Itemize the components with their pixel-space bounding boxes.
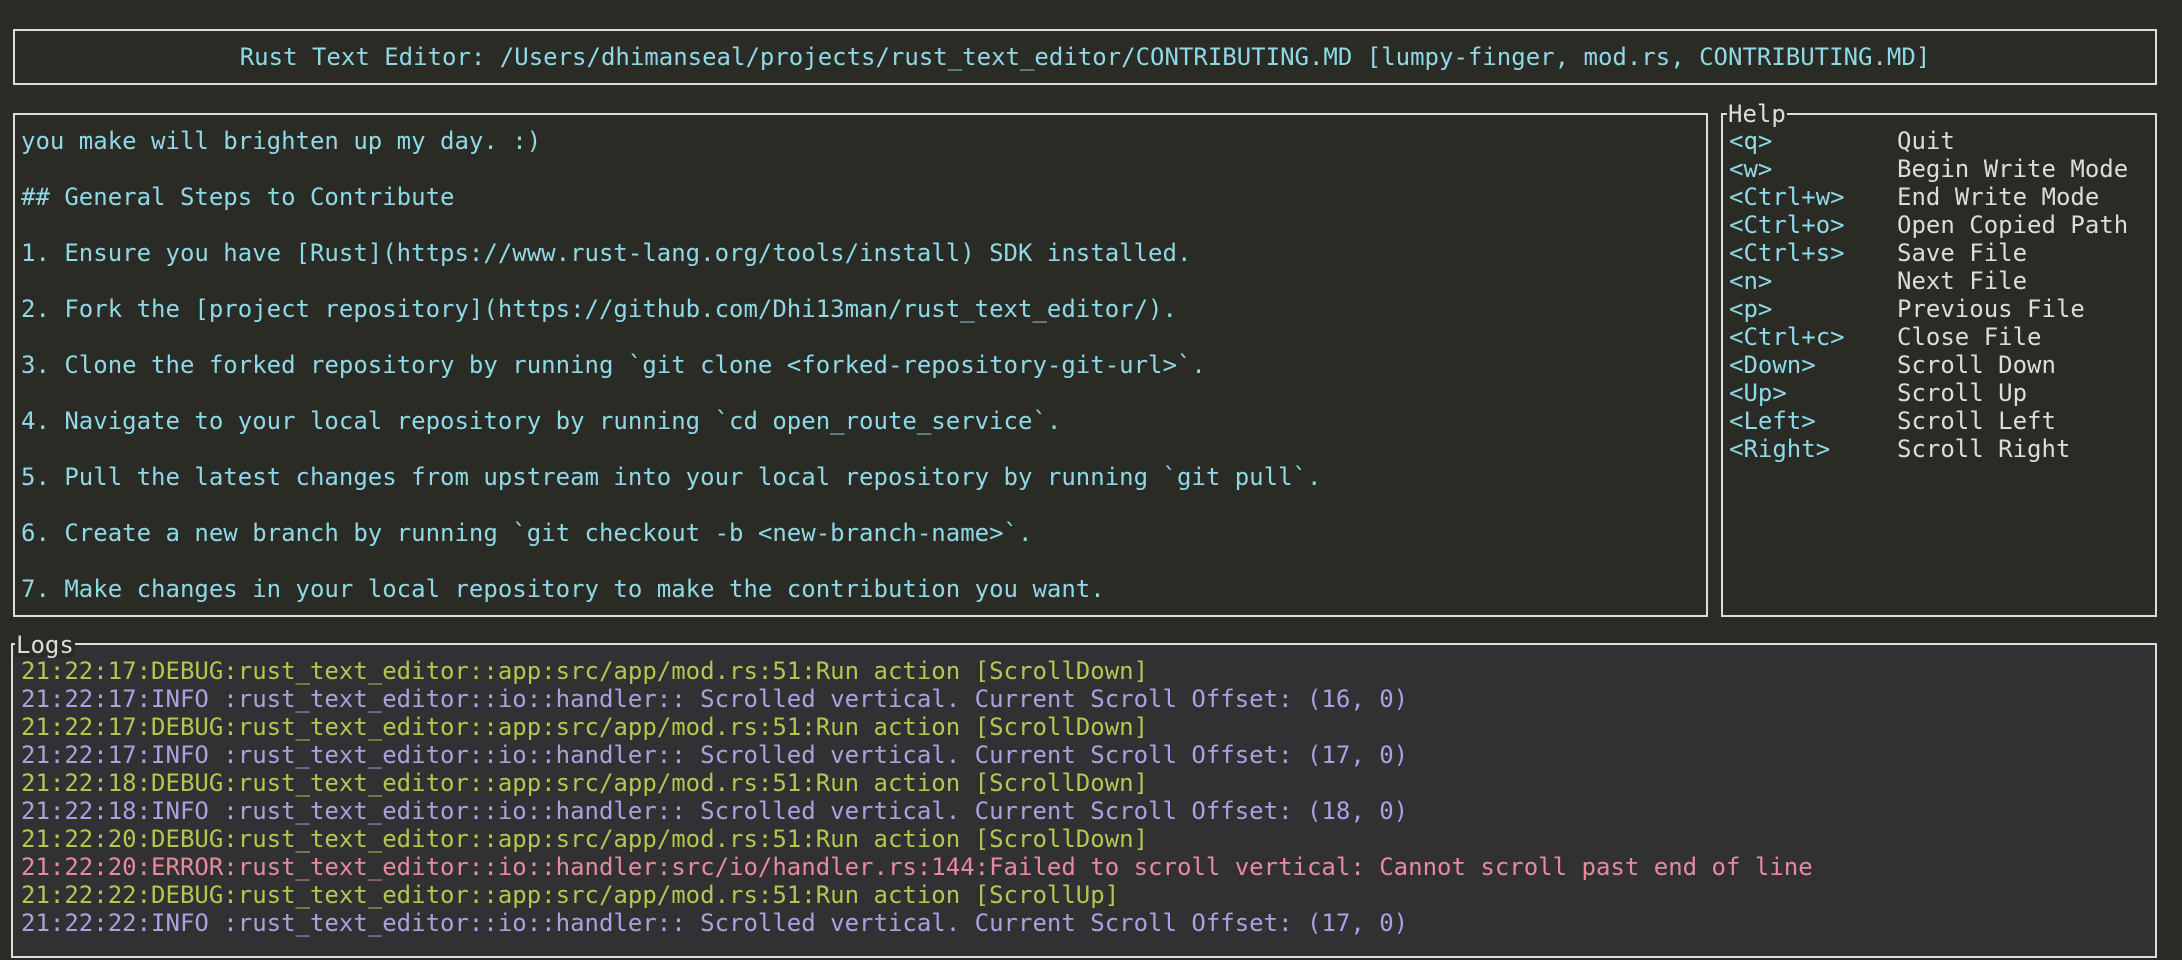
help-key: <Up> [1729,379,1787,407]
editor-line[interactable] [21,323,1321,351]
log-entry-info: 21:22:17:INFO :rust_text_editor::io::han… [21,685,1409,713]
log-entry-info: 21:22:17:INFO :rust_text_editor::io::han… [21,741,1409,769]
help-description: Begin Write Mode [1897,155,2129,183]
help-row: <Down> Scroll Down [1729,351,2128,379]
editor-line[interactable] [21,547,1321,575]
editor-line[interactable]: ## General Steps to Contribute [21,183,1321,211]
editor-line[interactable]: 1. Ensure you have [Rust](https://www.ru… [21,239,1321,267]
editor-line[interactable] [21,155,1321,183]
help-row: <Right> Scroll Right [1729,435,2128,463]
log-entry-debug: 21:22:22:DEBUG:rust_text_editor::app:src… [21,881,1120,909]
help-description: Scroll Right [1897,435,2071,463]
editor-line[interactable]: 7. Make changes in your local repository… [21,575,1321,603]
help-row: <Ctrl+w> End Write Mode [1729,183,2128,211]
help-key: <Ctrl+s> [1729,239,1845,267]
editor-line[interactable] [21,435,1321,463]
log-entry-info: 21:22:18:INFO :rust_text_editor::io::han… [21,797,1409,825]
editor-line[interactable]: 2. Fork the [project repository](https:/… [21,295,1321,323]
help-row: <w> Begin Write Mode [1729,155,2128,183]
logs-pane: Logs 21:22:17:DEBUG:rust_text_editor::ap… [11,633,2157,958]
help-row: <p> Previous File [1729,295,2128,323]
log-list: 21:22:17:DEBUG:rust_text_editor::app:src… [21,657,1813,937]
help-key: <p> [1729,295,1773,323]
help-row: <Left> Scroll Left [1729,407,2128,435]
log-entry-debug: 21:22:17:DEBUG:rust_text_editor::app:src… [21,657,1149,685]
editor-line[interactable] [21,491,1321,519]
help-key: <Down> [1729,351,1816,379]
help-description: End Write Mode [1897,183,2100,211]
help-description: Previous File [1897,295,2085,323]
editor-line[interactable]: 5. Pull the latest changes from upstream… [21,463,1321,491]
editor-line[interactable]: you make will brighten up my day. :) [21,127,1321,155]
log-entry-error: 21:22:20:ERROR:rust_text_editor::io::han… [21,853,1813,881]
help-row: <Ctrl+c> Close File [1729,323,2128,351]
help-row: <q> Quit [1729,127,2128,155]
logs-pane-title: Logs [15,631,75,659]
editor-pane[interactable]: you make will brighten up my day. :) ## G… [13,113,1708,617]
help-key: <Ctrl+w> [1729,183,1845,211]
editor-line[interactable]: 4. Navigate to your local repository by … [21,407,1321,435]
editor-line[interactable] [21,379,1321,407]
help-description: Scroll Left [1897,407,2056,435]
help-description: Scroll Up [1897,379,2028,407]
log-entry-debug: 21:22:18:DEBUG:rust_text_editor::app:src… [21,769,1149,797]
help-description: Save File [1897,239,2028,267]
help-description: Next File [1897,267,2028,295]
help-key: <Ctrl+c> [1729,323,1845,351]
help-row: <Ctrl+o> Open Copied Path [1729,211,2128,239]
help-description: Quit [1897,127,1955,155]
help-keybinding-list: <q> Quit <w> Begin Write Mode <Ctrl+w> End Wr… [1729,127,2128,463]
log-entry-debug: 21:22:17:DEBUG:rust_text_editor::app:src… [21,713,1149,741]
help-pane-title: Help [1727,100,1787,128]
window-title: Rust Text Editor: /Users/dhimanseal/proj… [239,43,1931,71]
help-key: <n> [1729,267,1773,295]
editor-line[interactable]: 6. Create a new branch by running `git c… [21,519,1321,547]
log-entry-info: 21:22:22:INFO :rust_text_editor::io::han… [21,909,1409,937]
help-key: <Right> [1729,435,1831,463]
editor-text-area[interactable]: you make will brighten up my day. :) ## G… [21,127,1321,603]
editor-line[interactable]: 3. Clone the forked repository by runnin… [21,351,1321,379]
help-description: Scroll Down [1897,351,2056,379]
editor-line[interactable] [21,267,1321,295]
help-row: <Ctrl+s> Save File [1729,239,2128,267]
log-entry-debug: 21:22:20:DEBUG:rust_text_editor::app:src… [21,825,1149,853]
help-row: <n> Next File [1729,267,2128,295]
help-key: <q> [1729,127,1773,155]
help-key: <w> [1729,155,1773,183]
editor-line[interactable] [21,211,1321,239]
help-pane: Help <q> Quit <w> Begin Write Mode <Ctrl+w> E… [1721,100,2157,617]
help-description: Close File [1897,323,2042,351]
title-bar: Rust Text Editor: /Users/dhimanseal/proj… [13,29,2157,85]
help-row: <Up> Scroll Up [1729,379,2128,407]
help-key: <Ctrl+o> [1729,211,1845,239]
help-key: <Left> [1729,407,1816,435]
help-description: Open Copied Path [1897,211,2129,239]
